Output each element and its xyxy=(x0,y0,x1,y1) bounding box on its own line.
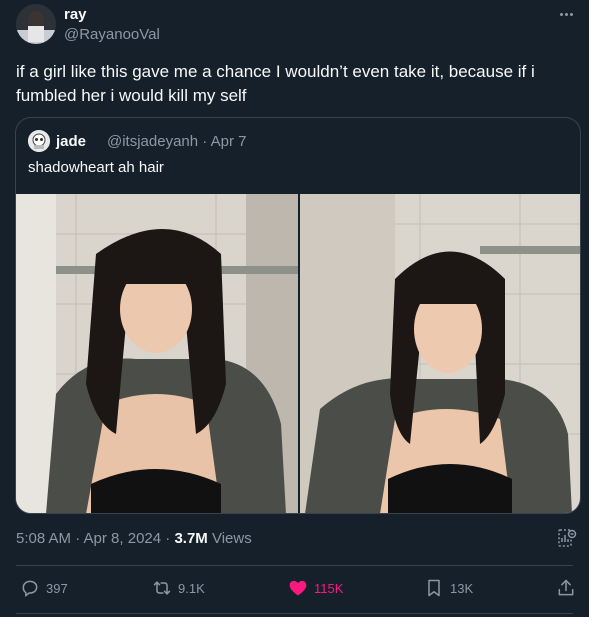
quoted-photo-2[interactable] xyxy=(300,194,580,513)
author-avatar[interactable] xyxy=(16,4,56,44)
views-count: 3.7M xyxy=(174,530,208,547)
author-handle[interactable]: @RayanooVal xyxy=(64,26,160,43)
tweet-meta: 5:08 AM · Apr 8, 2024 · 3.7M Views xyxy=(16,530,252,547)
like-count: 115K xyxy=(314,580,344,596)
tweet: ray @RayanooVal if a girl like this gave… xyxy=(0,0,589,617)
retweet-icon xyxy=(153,581,171,595)
share-button[interactable] xyxy=(556,577,576,599)
bookmark-count: 13K xyxy=(450,580,474,596)
reply-count: 397 xyxy=(46,580,68,596)
quoted-author-avatar xyxy=(28,130,50,152)
quoted-tweet[interactable]: jade @itsjadeyanh · Apr 7 shadowheart ah… xyxy=(15,117,581,514)
bookmark-icon xyxy=(428,579,440,597)
divider xyxy=(16,613,573,614)
analytics-icon[interactable] xyxy=(557,528,577,548)
views-label: Views xyxy=(207,530,252,547)
heart-icon xyxy=(289,580,307,596)
quoted-display-name: jade xyxy=(56,133,87,150)
reply-icon xyxy=(22,580,38,597)
retweet-count: 9.1K xyxy=(178,580,205,596)
quoted-text: shadowheart ah hair xyxy=(28,159,164,176)
quoted-handle-date: @itsjadeyanh · Apr 7 xyxy=(107,133,247,150)
quoted-photo-1[interactable] xyxy=(16,194,298,513)
more-options-icon[interactable] xyxy=(555,6,577,22)
retweet-button[interactable]: 9.1K xyxy=(152,577,205,599)
tweet-text: if a girl like this gave me a chance I w… xyxy=(16,62,535,105)
divider xyxy=(16,565,573,566)
share-icon xyxy=(558,579,574,596)
reply-button[interactable]: 397 xyxy=(20,577,68,599)
author-display-name[interactable]: ray xyxy=(64,6,87,23)
like-button[interactable]: 115K xyxy=(288,577,343,599)
bookmark-button[interactable]: 13K xyxy=(424,577,473,599)
timestamp[interactable]: 5:08 AM · Apr 8, 2024 · xyxy=(16,530,174,547)
